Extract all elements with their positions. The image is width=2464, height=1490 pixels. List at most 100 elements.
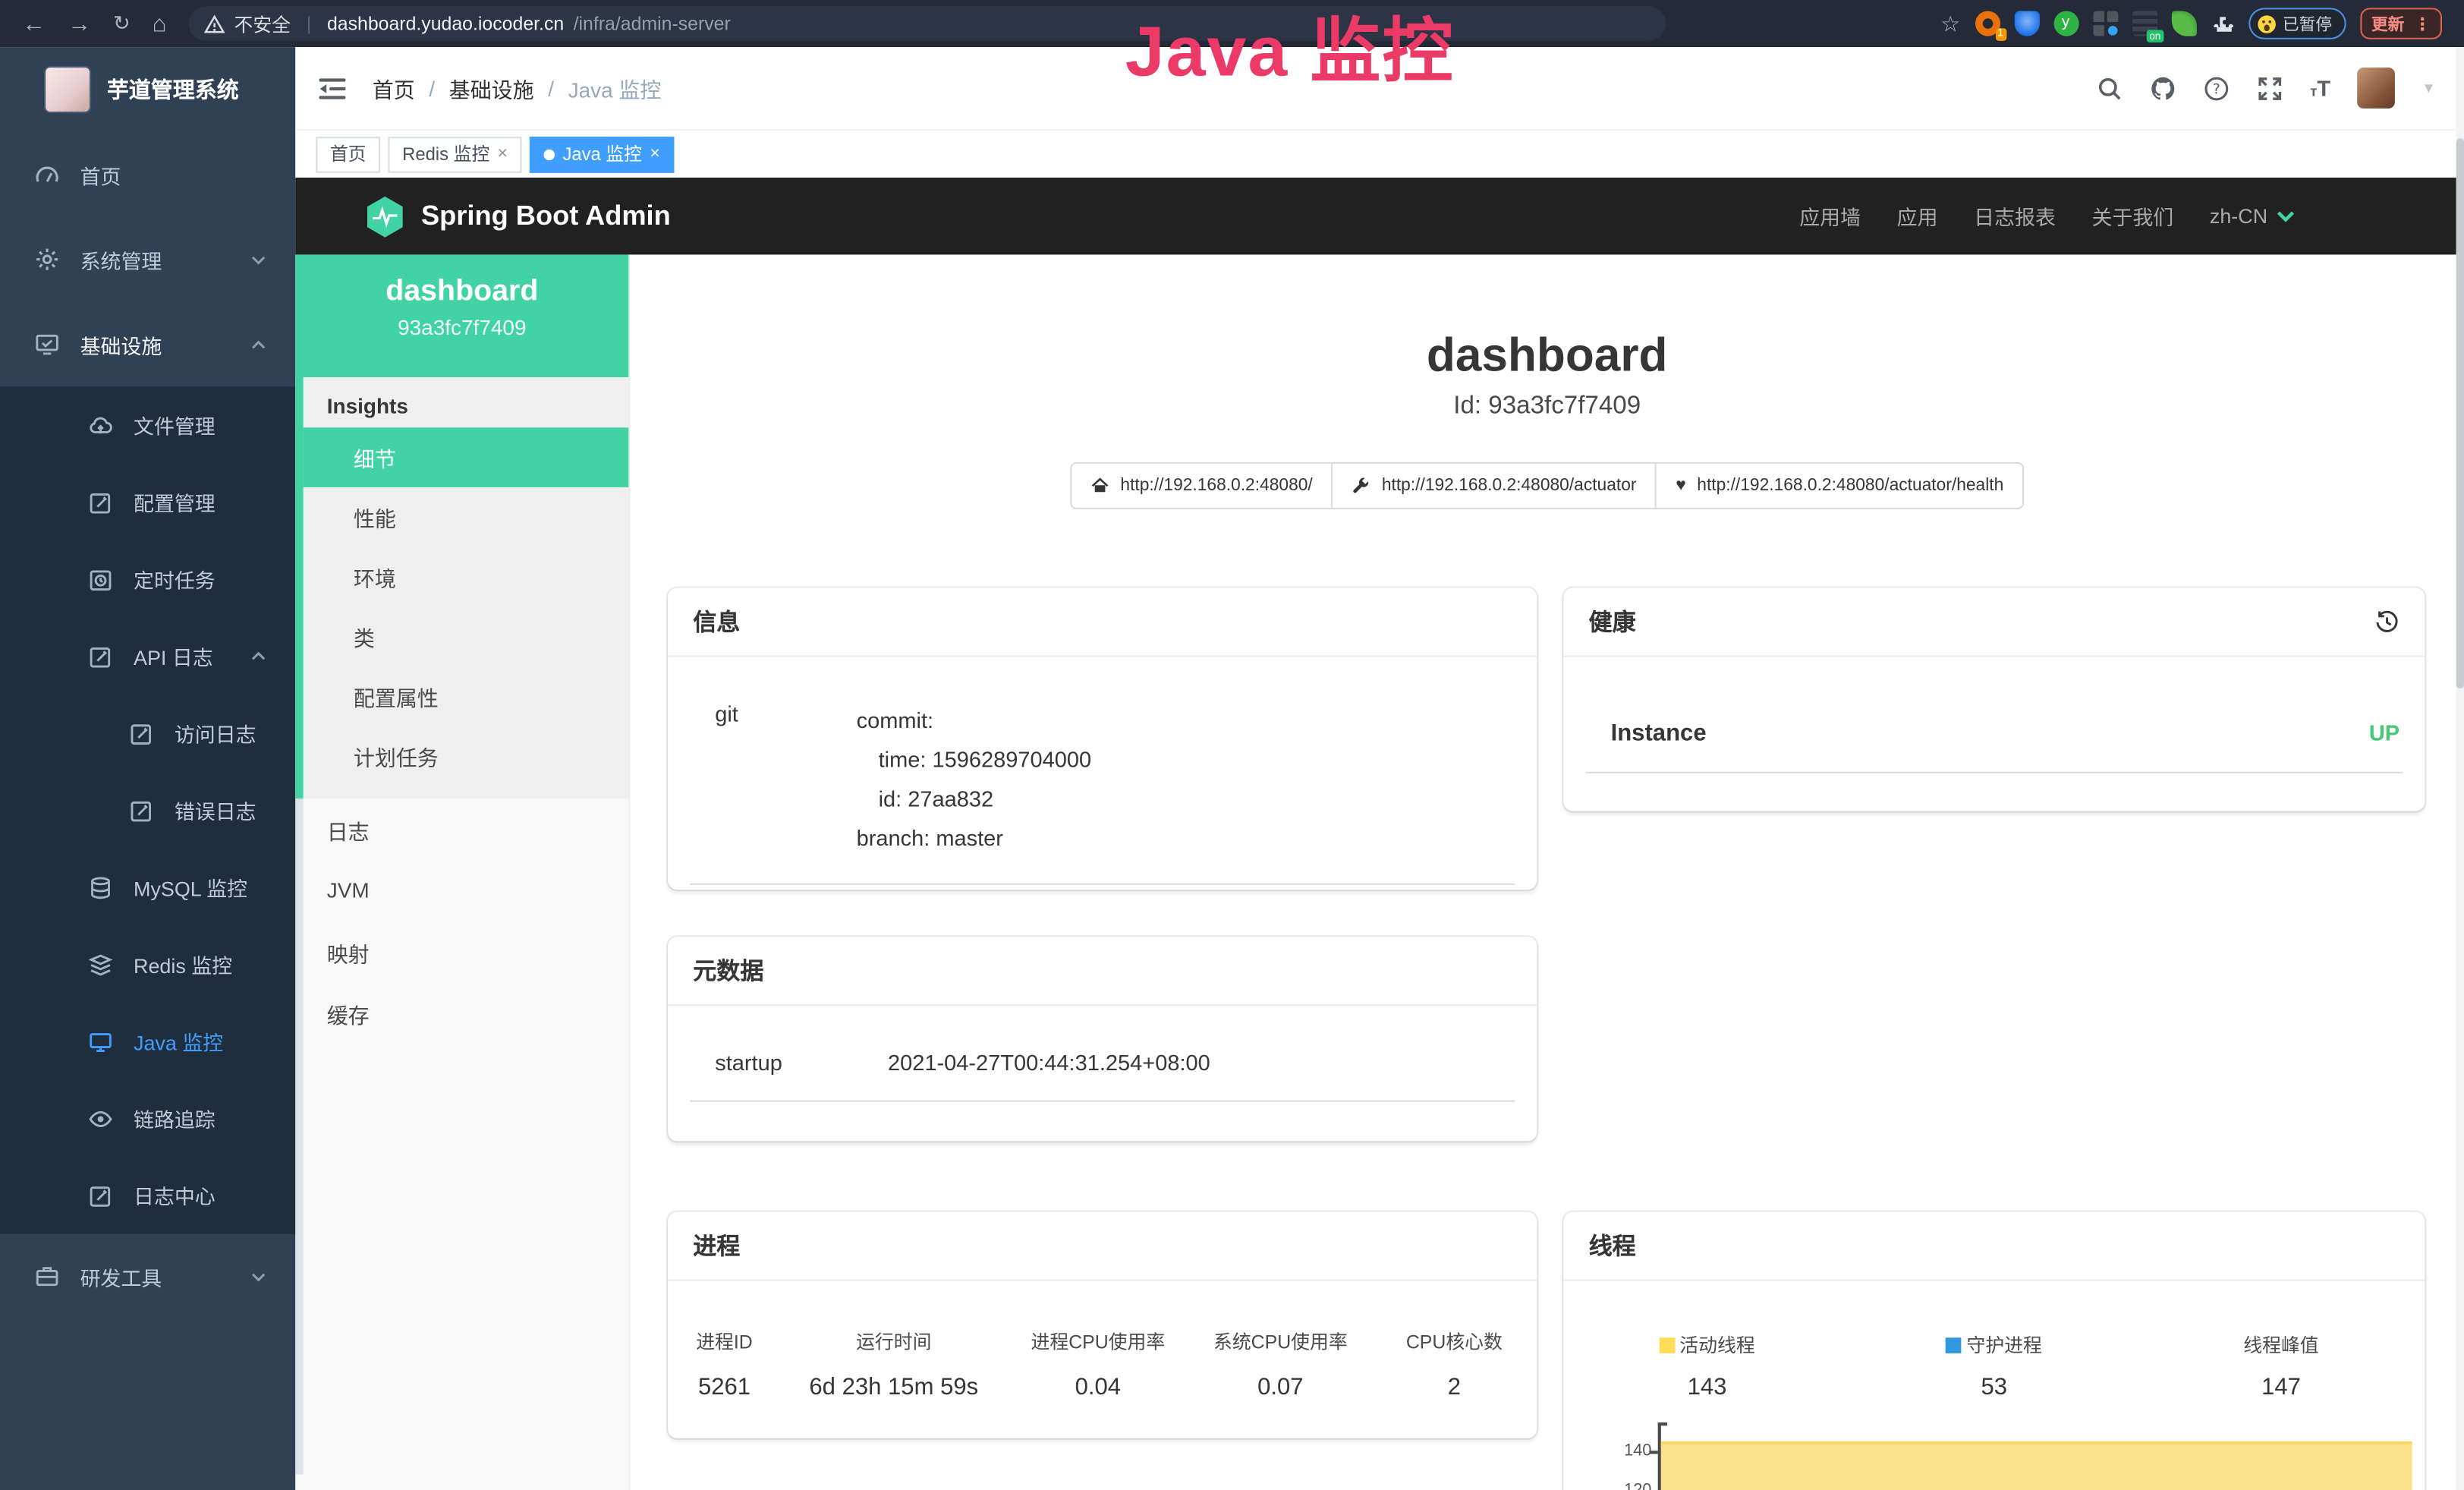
help-icon[interactable]: ? [2203, 74, 2230, 101]
user-avatar[interactable] [2357, 68, 2395, 109]
sidebar-item-log-center[interactable]: 日志中心 [0, 1157, 295, 1233]
menu-item-config-props[interactable]: 配置属性 [304, 666, 629, 726]
breadcrumb-infrastructure[interactable]: 基础设施 [449, 72, 534, 103]
sidebar-item-java-monitor[interactable]: Java 监控 [0, 1003, 295, 1079]
sidebar-item-file-manage[interactable]: 文件管理 [0, 386, 295, 463]
extension-orange-icon[interactable]: 1 [1975, 11, 2000, 36]
extension-leaf-icon[interactable] [2171, 11, 2196, 36]
search-icon[interactable] [2097, 74, 2123, 101]
breadcrumb: 首页 / 基础设施 / Java 监控 [373, 72, 662, 103]
menu-item-caches[interactable]: 缓存 [304, 982, 629, 1044]
tab-redis-monitor[interactable]: Redis 监控× [388, 136, 521, 172]
fullscreen-icon[interactable] [2257, 74, 2283, 101]
instance-header[interactable]: dashboard 93a3fc7f7409 [295, 254, 628, 377]
extension-on-icon[interactable]: on [2132, 11, 2157, 36]
menu-item-jvm[interactable]: JVM [304, 860, 629, 921]
sba-header: Spring Boot Admin 应用墙 应用 日志报表 关于我们 zh-CN [295, 178, 2464, 254]
chrome-update-button[interactable]: 更新 ⋮ [2360, 8, 2442, 39]
breadcrumb-current: Java 监控 [568, 72, 662, 103]
menu-item-classes[interactable]: 类 [304, 606, 629, 666]
tag-tab-bar: 首页 Redis 监控× Java 监控× [295, 131, 2464, 178]
extension-grid-icon[interactable] [2092, 11, 2117, 36]
sba-language-select[interactable]: zh-CN [2210, 204, 2294, 228]
sidebar-item-dev-tools[interactable]: 研发工具 [0, 1234, 295, 1319]
menu-item-scheduled-tasks[interactable]: 计划任务 [304, 726, 629, 786]
close-icon[interactable]: × [650, 145, 659, 164]
sba-nav-applications[interactable]: 应用 [1897, 201, 1938, 231]
live-threads-value: 143 [1563, 1374, 1850, 1400]
divider [690, 1101, 1515, 1102]
sba-nav-journal[interactable]: 日志报表 [1974, 201, 2056, 231]
extensions-puzzle-icon[interactable] [2211, 12, 2234, 36]
emoji-face-icon [2256, 14, 2277, 34]
security-label[interactable]: 不安全 [234, 10, 291, 36]
layers-icon [88, 952, 113, 977]
history-icon[interactable] [2374, 609, 2399, 634]
sidebar-item-mysql-monitor[interactable]: MySQL 监控 [0, 849, 295, 925]
sba-nav-about[interactable]: 关于我们 [2092, 201, 2174, 231]
edit-square-icon [88, 490, 113, 515]
live-threads-area [1661, 1441, 2412, 1490]
extension-pin-icon[interactable] [2014, 11, 2039, 36]
metadata-value: 2021-04-27T00:44:31.254+08:00 [888, 1050, 1210, 1075]
user-menu-caret-icon[interactable]: ▼ [2422, 80, 2435, 96]
menu-item-environment[interactable]: 环境 [304, 547, 629, 607]
sidebar-item-infrastructure[interactable]: 基础设施 [0, 302, 295, 387]
menu-item-logs[interactable]: 日志 [304, 799, 629, 860]
sidebar-item-access-log[interactable]: 访问日志 [0, 695, 295, 771]
edit-square-icon [129, 720, 154, 745]
sidebar-toggle-icon[interactable] [317, 76, 347, 99]
health-instance-row[interactable]: Instance UP [1563, 657, 2425, 747]
git-branch-line: branch: master [857, 819, 1091, 858]
sba-nav-wallboard[interactable]: 应用墙 [1799, 201, 1861, 231]
health-card-title: 健康 [1589, 605, 1636, 638]
chevron-down-icon [2277, 209, 2295, 222]
profile-paused-badge[interactable]: 已暂停 [2248, 8, 2346, 39]
divider [1585, 772, 2403, 773]
sidebar-item-redis-monitor[interactable]: Redis 监控 [0, 926, 295, 1003]
threads-card: 线程 活动线程 守护进程 线程峰值 143 53 147 [1563, 1212, 2425, 1490]
tab-home[interactable]: 首页 [316, 136, 380, 172]
annotation-java-monitor: Java 监控 [1125, 16, 1455, 87]
sidebar-item-system[interactable]: 系统管理 [0, 217, 295, 302]
url-host[interactable]: dashboard.yudao.iocoder.cn [327, 13, 564, 35]
sidebar-item-config-manage[interactable]: 配置管理 [0, 464, 295, 540]
forward-icon[interactable]: → [68, 10, 91, 36]
endpoint-health-url[interactable]: ♥ http://192.168.0.2:48080/actuator/heal… [1655, 462, 2024, 509]
process-table-values: 5261 6d 23h 15m 59s 0.04 0.07 2 [668, 1374, 1537, 1438]
sidebar-item-home[interactable]: 首页 [0, 132, 295, 217]
home-icon[interactable]: ⌂ [153, 10, 167, 36]
endpoint-actuator-url[interactable]: http://192.168.0.2:48080/actuator [1332, 462, 1657, 509]
sidebar-item-error-log[interactable]: 错误日志 [0, 772, 295, 849]
menu-item-details[interactable]: 细节 [304, 427, 629, 487]
tab-java-monitor[interactable]: Java 监控× [530, 136, 674, 172]
sidebar-item-scheduled-jobs[interactable]: 定时任务 [0, 540, 295, 617]
font-size-icon[interactable]: тT [2310, 75, 2330, 100]
url-path[interactable]: /infra/admin-server [574, 13, 731, 35]
divider [690, 884, 1515, 885]
threads-area-chart: 140 120 100 [1604, 1419, 2415, 1490]
reload-icon[interactable]: ↻ [113, 11, 131, 36]
insecure-warning-icon [204, 14, 225, 34]
close-icon[interactable]: × [498, 145, 508, 164]
database-icon [88, 874, 113, 899]
instance-main: dashboard Id: 93a3fc7f7409 http://192.16… [630, 254, 2464, 1490]
browser-menu-icon[interactable]: ⋮ [2414, 14, 2431, 34]
sidebar-item-api-log[interactable]: API 日志 [0, 618, 295, 695]
bookmark-star-icon[interactable]: ☆ [1940, 10, 1960, 36]
scrollbar-thumb[interactable] [2456, 138, 2464, 688]
breadcrumb-home[interactable]: 首页 [373, 72, 415, 103]
endpoint-service-url[interactable]: http://192.168.0.2:48080/ [1070, 462, 1333, 509]
cloud-upload-icon [88, 413, 113, 438]
page-scrollbar[interactable] [2456, 47, 2464, 1490]
menu-item-metrics[interactable]: 性能 [304, 487, 629, 547]
chevron-up-icon [250, 647, 267, 665]
back-icon[interactable]: ← [22, 10, 46, 36]
github-icon[interactable] [2150, 74, 2176, 101]
sidebar-item-tracing[interactable]: 链路追踪 [0, 1080, 295, 1157]
extension-green-y-icon[interactable]: y [2053, 11, 2079, 36]
edit-square-icon [129, 798, 154, 823]
menu-item-mappings[interactable]: 映射 [304, 921, 629, 982]
active-dot-icon [544, 149, 555, 159]
sba-brand[interactable]: Spring Boot Admin [364, 194, 670, 238]
